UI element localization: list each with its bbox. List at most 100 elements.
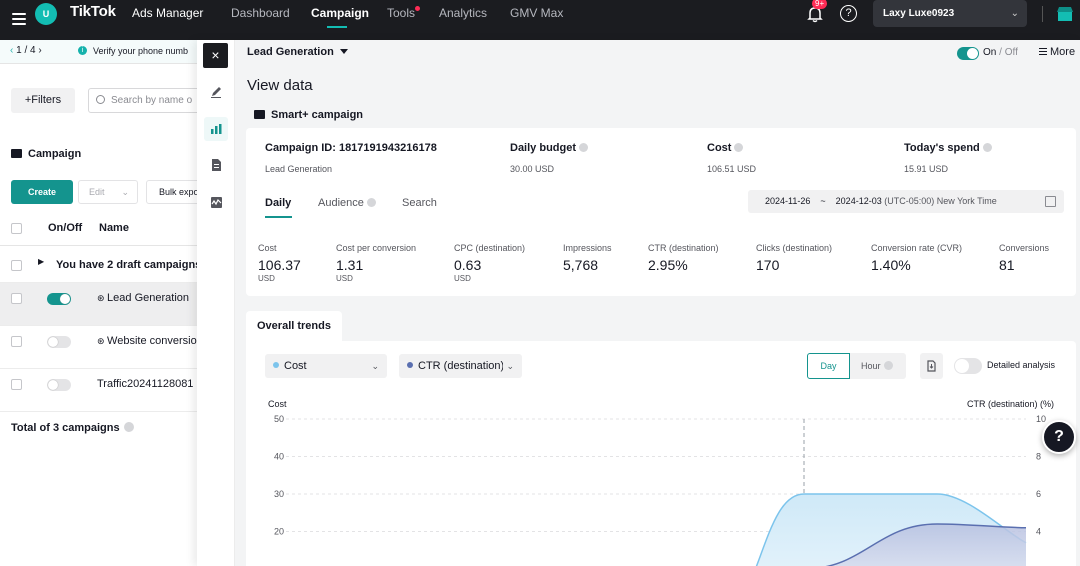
document-icon[interactable]	[204, 153, 228, 177]
download-icon[interactable]	[920, 353, 943, 379]
detailed-analysis-toggle[interactable]	[954, 358, 982, 374]
date-separator: ~	[820, 196, 826, 206]
y-tick-label: 40	[274, 452, 284, 462]
chevron-down-icon: ⌄	[503, 354, 514, 378]
activity-icon[interactable]	[204, 190, 228, 214]
tab-search[interactable]: Search	[402, 197, 437, 209]
expand-icon[interactable]: ▶	[38, 257, 44, 266]
granularity-hour[interactable]: Hour	[850, 353, 906, 379]
metric-cvr[interactable]: Conversion rate (CVR) 1.40%	[871, 243, 962, 273]
calendar-icon	[1045, 196, 1056, 207]
y-tick-label: 20	[274, 527, 284, 537]
timezone: (UTC-05:00) New York Time	[884, 196, 997, 206]
tiktok-logo: TikTok	[70, 3, 116, 20]
drawer-side-rail: ×	[197, 40, 235, 566]
prev-notice-button[interactable]: ‹	[10, 45, 13, 56]
row-toggle[interactable]	[47, 336, 71, 348]
row-name[interactable]: ⊛ Website conversio	[97, 335, 197, 347]
metrics-card: Cost 106.37 USD Cost per conversion 1.31 USD…	[246, 232, 1076, 296]
row-toggle[interactable]	[47, 379, 71, 391]
more-icon	[1039, 48, 1047, 55]
row-name[interactable]: ⊛ Lead Generation	[97, 292, 189, 304]
account-avatar[interactable]: U	[35, 3, 57, 25]
search-input[interactable]: Search by name o	[88, 88, 200, 113]
row-toggle[interactable]	[47, 293, 71, 305]
metric-select-1[interactable]: Cost ⌄	[265, 354, 387, 378]
metric-cpc[interactable]: CPC (destination) 0.63 USD	[454, 243, 525, 283]
chevron-down-icon: ⌄	[1010, 8, 1019, 19]
help-icon[interactable]: ?	[840, 5, 857, 22]
table-row[interactable]: ⊛ Lead Generation	[0, 283, 200, 326]
chevron-down-icon: ⌄	[121, 187, 129, 197]
cost-label: Cost	[707, 142, 744, 154]
tab-audience[interactable]: Audience	[318, 197, 376, 209]
nav-campaign[interactable]: Campaign	[311, 6, 369, 20]
draft-row[interactable]: ▶ You have 2 draft campaigns	[0, 247, 200, 283]
account-name: Laxy Luxe0923	[883, 8, 955, 19]
metric-cost-per-conversion[interactable]: Cost per conversion 1.31 USD	[336, 243, 416, 283]
nav-tools[interactable]: Tools	[387, 6, 415, 20]
info-icon[interactable]	[734, 143, 744, 152]
account-switcher[interactable]: Laxy Luxe0923 ⌄	[873, 0, 1027, 27]
info-icon	[883, 361, 893, 370]
floating-help-button[interactable]: ?	[1042, 420, 1076, 454]
tab-overall-trends[interactable]: Overall trends	[246, 311, 342, 341]
table-row[interactable]: Traffic20241128081	[0, 369, 200, 412]
more-button[interactable]: More	[1039, 46, 1075, 58]
verify-phone-notice[interactable]: Verify your phone numb	[93, 46, 188, 56]
smart-icon: ⊛	[97, 336, 108, 346]
notification-badge: 9+	[812, 0, 828, 9]
create-button[interactable]: Create	[11, 180, 73, 204]
close-button[interactable]: ×	[203, 43, 228, 68]
date-range-picker[interactable]: 2024-11-26 ~ 2024-12-03 (UTC-05:00) New …	[748, 190, 1064, 213]
objective-select[interactable]: Lead Generation	[247, 46, 348, 58]
edit-button[interactable]: Edit ⌄	[78, 180, 138, 204]
view-data-drawer: × Lead Generation On / Off More View dat…	[197, 40, 1080, 566]
row-checkbox[interactable]	[11, 293, 22, 304]
caret-down-icon	[339, 49, 348, 54]
row-checkbox[interactable]	[11, 379, 22, 390]
metric-select-2[interactable]: CTR (destination) ⌄	[399, 354, 522, 378]
section-title: Campaign	[11, 148, 81, 160]
filters-button[interactable]: +Filters	[11, 88, 75, 113]
granularity-day[interactable]: Day	[807, 353, 850, 379]
folder-icon	[11, 149, 22, 158]
info-icon[interactable]	[579, 143, 589, 152]
nav-analytics[interactable]: Analytics	[439, 6, 487, 20]
trend-chart[interactable]: Cost CTR (destination) (%) 50 10 40 8 30 6 20 4	[246, 391, 1076, 566]
metric-conversions[interactable]: Conversions 81	[999, 243, 1049, 273]
bulk-export-button[interactable]: Bulk expo	[146, 180, 200, 204]
table-row[interactable]: ⊛ Website conversio	[0, 326, 200, 369]
todays-spend-label: Today's spend	[904, 142, 992, 154]
divider	[1042, 6, 1043, 22]
bar-chart-icon[interactable]	[204, 117, 228, 141]
series-dot	[273, 362, 279, 368]
campaign-onoff-toggle[interactable]	[957, 47, 979, 60]
row-checkbox[interactable]	[11, 260, 22, 271]
daily-budget-value: 30.00 USD	[510, 164, 555, 174]
tab-daily[interactable]: Daily	[265, 197, 291, 209]
col-name[interactable]: Name	[99, 222, 129, 234]
y-tick-label: 50	[274, 414, 284, 424]
y2-tick-label: 8	[1036, 452, 1041, 462]
tools-new-dot	[415, 6, 420, 11]
nav-gmv-max[interactable]: GMV Max	[510, 6, 563, 20]
smart-icon: ⊛	[97, 293, 108, 303]
row-checkbox[interactable]	[11, 336, 22, 347]
metric-clicks[interactable]: Clicks (destination) 170	[756, 243, 832, 273]
shop-icon[interactable]	[1056, 6, 1074, 22]
y-tick-label: 30	[274, 489, 284, 499]
metric-impressions[interactable]: Impressions 5,768	[563, 243, 612, 273]
row-name[interactable]: Traffic20241128081	[97, 378, 193, 390]
ads-manager-label: Ads Manager	[132, 6, 204, 20]
info-icon[interactable]	[982, 143, 992, 152]
edit-icon[interactable]	[204, 80, 228, 104]
menu-icon[interactable]	[12, 13, 26, 25]
table-header: On/Off Name	[0, 212, 200, 246]
campaign-type: Smart+ campaign	[254, 109, 363, 121]
metric-cost[interactable]: Cost 106.37 USD	[258, 243, 301, 283]
select-all-checkbox[interactable]	[11, 223, 22, 234]
nav-dashboard[interactable]: Dashboard	[231, 6, 290, 20]
next-notice-button[interactable]: ›	[38, 45, 41, 56]
metric-ctr[interactable]: CTR (destination) 2.95%	[648, 243, 719, 273]
